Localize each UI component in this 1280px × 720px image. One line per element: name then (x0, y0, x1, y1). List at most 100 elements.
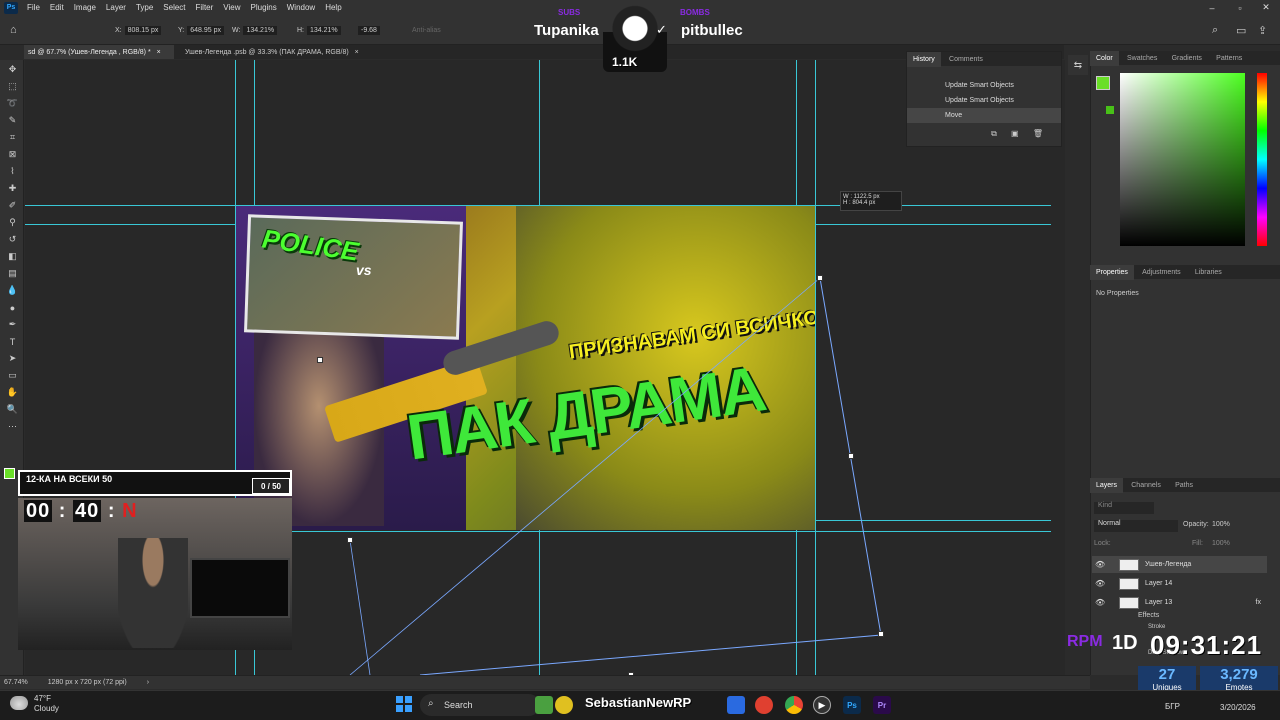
camera-icon[interactable]: ▣ (1011, 129, 1019, 138)
frame-tool-icon[interactable]: ⊠ (6, 148, 19, 161)
foreground-swatch[interactable] (1096, 76, 1110, 90)
transform-handle[interactable] (817, 275, 823, 281)
menu-file[interactable]: File (22, 3, 45, 12)
eye-icon[interactable]: 👁 (1095, 598, 1107, 607)
type-tool-icon[interactable]: T (6, 335, 19, 348)
menu-help[interactable]: Help (320, 3, 346, 12)
tab-history[interactable]: History (907, 52, 941, 67)
tab-psb[interactable]: Ушев-Легенда .psb @ 33.3% (ПАК ДРАМА, RG… (181, 45, 401, 59)
move-tool-icon[interactable]: ✥ (6, 63, 19, 76)
menu-view[interactable]: View (218, 3, 245, 12)
layer-effects[interactable]: Effects (1138, 612, 1159, 619)
tab-color[interactable]: Color (1090, 51, 1119, 66)
path-select-tool-icon[interactable]: ➤ (6, 352, 19, 365)
language-indicator[interactable]: БГР (1165, 702, 1180, 711)
status-arrow-icon[interactable]: › (147, 679, 149, 686)
zoom-tool-icon[interactable]: 🔍 (6, 403, 19, 416)
lasso-tool-icon[interactable]: ➰ (6, 97, 19, 110)
transform-handle[interactable] (878, 631, 884, 637)
taskbar-date[interactable]: 3/20/2026 (1220, 703, 1256, 712)
width-field[interactable]: W: 134.21% (232, 24, 278, 37)
background-swatch[interactable] (1106, 106, 1114, 114)
menu-type[interactable]: Type (131, 3, 158, 12)
premiere-icon[interactable]: Pr (873, 696, 891, 714)
blend-mode-select[interactable]: Normal (1094, 520, 1178, 532)
tab-comments[interactable]: Comments (943, 52, 989, 67)
tab-properties[interactable]: Properties (1090, 265, 1134, 280)
menu-select[interactable]: Select (158, 3, 190, 12)
layer-row[interactable]: 👁 Ушев-Легенда (1092, 556, 1267, 573)
app-icon[interactable] (535, 696, 553, 714)
media-player-icon[interactable]: ▶ (813, 696, 831, 714)
tab-sd[interactable]: sd @ 67.7% (Ушев-Легенда , RGB/8) * × (24, 45, 174, 59)
layer-row[interactable]: 👁 Layer 14 (1092, 575, 1267, 592)
app-icon[interactable] (755, 696, 773, 714)
tab-libraries[interactable]: Libraries (1189, 265, 1228, 280)
stamp-tool-icon[interactable]: ⚲ (6, 216, 19, 229)
height-field[interactable]: H: 134.21% (297, 24, 341, 37)
hand-tool-icon[interactable]: ✋ (6, 386, 19, 399)
zoom-level[interactable]: 67.74% (4, 679, 28, 686)
share-icon[interactable]: ⇪ (1258, 24, 1267, 37)
panel-collapse-icon[interactable]: ⇆ (1068, 55, 1088, 75)
eye-icon[interactable]: 👁 (1095, 579, 1107, 588)
menu-image[interactable]: Image (69, 3, 101, 12)
eyedropper-tool-icon[interactable]: ⌇ (6, 165, 19, 178)
more-tools-icon[interactable]: ⋯ (6, 420, 19, 433)
brush-tool-icon[interactable]: ✐ (6, 199, 19, 212)
quick-select-tool-icon[interactable]: ✎ (6, 114, 19, 127)
new-snapshot-icon[interactable]: ⧉ (991, 129, 997, 138)
tab-layers[interactable]: Layers (1090, 478, 1124, 493)
eye-icon[interactable]: 👁 (1095, 560, 1107, 569)
menu-edit[interactable]: Edit (45, 3, 69, 12)
opacity-value[interactable]: 100% (1212, 521, 1230, 528)
tab-paths[interactable]: Paths (1169, 478, 1199, 493)
fx-icon[interactable]: fx (1256, 599, 1261, 606)
eraser-tool-icon[interactable]: ◧ (6, 250, 19, 263)
minimize-icon[interactable]: – (1200, 0, 1224, 15)
tab-swatches[interactable]: Swatches (1121, 51, 1163, 66)
gradient-tool-icon[interactable]: ▤ (6, 267, 19, 280)
layer-kind-filter[interactable]: Kind (1094, 502, 1154, 514)
menu-layer[interactable]: Layer (101, 3, 131, 12)
crop-tool-icon[interactable]: ⌗ (6, 131, 19, 144)
document-info[interactable]: 1280 px x 720 px (72 ppi) (48, 679, 127, 686)
pen-tool-icon[interactable]: ✒ (6, 318, 19, 331)
foreground-color-swatch[interactable] (4, 468, 15, 479)
y-field[interactable]: Y: 648.95 px (178, 24, 224, 37)
history-item[interactable]: Update Smart Objects (907, 93, 1061, 108)
transform-handle[interactable] (848, 453, 854, 459)
menu-filter[interactable]: Filter (191, 3, 219, 12)
home-icon[interactable]: ⌂ (10, 24, 17, 36)
taskbar-search[interactable]: Search (420, 694, 540, 716)
shape-tool-icon[interactable]: ▭ (6, 369, 19, 382)
antialias-checkbox[interactable]: Anti-alias (412, 24, 441, 37)
history-item-selected[interactable]: Move (907, 108, 1061, 123)
app-icon[interactable] (727, 696, 745, 714)
dodge-tool-icon[interactable]: ● (6, 301, 19, 314)
workspace-icon[interactable]: ▭ (1236, 24, 1246, 37)
tab-gradients[interactable]: Gradients (1166, 51, 1208, 66)
angle-field[interactable]: -9.68 (355, 24, 380, 37)
healing-tool-icon[interactable]: ✚ (6, 182, 19, 195)
transform-handle[interactable] (317, 357, 323, 363)
history-item[interactable]: Update Smart Objects (907, 78, 1061, 93)
transform-handle[interactable] (347, 537, 353, 543)
marquee-tool-icon[interactable]: ⬚ (6, 80, 19, 93)
trash-icon[interactable]: 🗑 (1033, 129, 1043, 138)
blur-tool-icon[interactable]: 💧 (6, 284, 19, 297)
menu-plugins[interactable]: Plugins (246, 3, 282, 12)
weather-widget[interactable]: 47°F Cloudy (34, 694, 59, 714)
maximize-icon[interactable]: ▫ (1228, 0, 1252, 15)
tab-patterns[interactable]: Patterns (1210, 51, 1248, 66)
layer-row[interactable]: 👁 Layer 13 fx (1092, 594, 1267, 611)
x-field[interactable]: X: 808.15 px (115, 24, 162, 37)
app-icon[interactable] (555, 696, 573, 714)
search-icon[interactable]: ⌕ (1212, 24, 1218, 37)
windows-start-icon[interactable] (396, 696, 412, 712)
history-brush-icon[interactable]: ↺ (6, 233, 19, 246)
photoshop-icon[interactable]: Ps (843, 696, 861, 714)
close-icon[interactable]: ✕ (1254, 0, 1278, 15)
chrome-icon[interactable] (785, 696, 803, 714)
tab-adjustments[interactable]: Adjustments (1136, 265, 1187, 280)
